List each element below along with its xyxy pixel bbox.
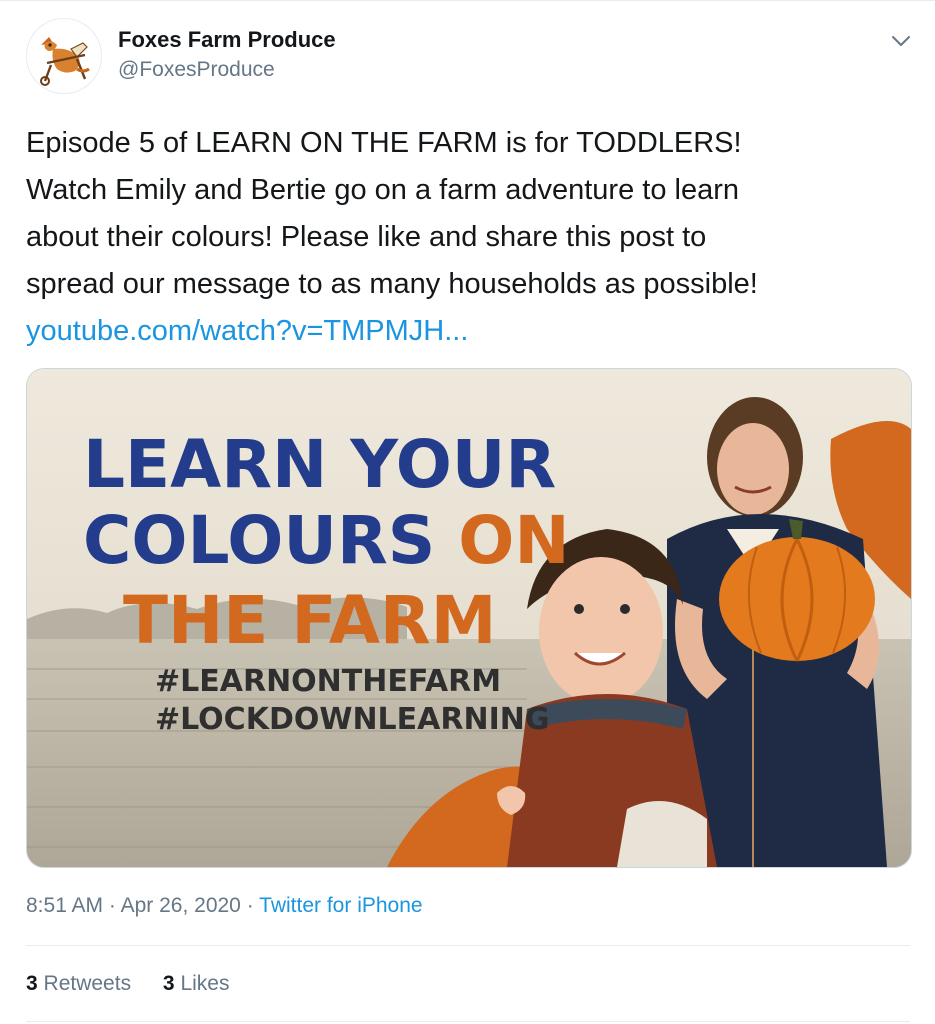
meta-separator: · — [246, 894, 254, 917]
display-name[interactable]: Foxes Farm Produce — [118, 27, 336, 53]
tweet-card: Foxes Farm Produce @FoxesProduce Episode… — [0, 0, 935, 1024]
tweet-meta: 8:51 AM · Apr 26, 2020 · Twitter for iPh… — [26, 894, 423, 918]
bottom-divider — [26, 1021, 910, 1022]
tweet-text-line: about their colours! Please like and sha… — [26, 221, 707, 253]
thumbnail-title-line2: COLOURS ON — [83, 502, 570, 579]
chevron-down-icon[interactable] — [886, 26, 916, 56]
thumbnail-title-line3: THE FARM — [123, 582, 496, 659]
tweet-text-line: Watch Emily and Bertie go on a farm adve… — [26, 174, 740, 206]
retweets-stat[interactable]: 3 Retweets — [26, 972, 131, 996]
avatar[interactable] — [26, 18, 102, 94]
thumbnail-hashtag-1: #LEARNONTHEFARM — [155, 664, 501, 699]
likes-label: Likes — [180, 972, 230, 995]
thumbnail-hashtag-2: #LOCKDOWNLEARNING — [155, 702, 549, 737]
tweet-date[interactable]: Apr 26, 2020 — [121, 894, 241, 917]
media-image[interactable]: LEARN YOUR COLOURS ON THE FARM #LEARNONT… — [26, 368, 912, 868]
stats-divider — [26, 945, 910, 946]
tweet-time[interactable]: 8:51 AM — [26, 894, 103, 917]
retweets-label: Retweets — [43, 972, 132, 995]
tweet-text: Episode 5 of LEARN ON THE FARM is for TO… — [26, 120, 911, 355]
likes-count: 3 — [162, 972, 175, 995]
tweet-text-line: Episode 5 of LEARN ON THE FARM is for TO… — [26, 127, 742, 159]
thumbnail-title-line1: LEARN YOUR — [83, 426, 556, 503]
tweet-source-link[interactable]: Twitter for iPhone — [259, 894, 422, 917]
user-handle[interactable]: @FoxesProduce — [118, 58, 275, 82]
fox-logo-icon — [27, 19, 101, 93]
tweet-link[interactable]: youtube.com/watch?v=TMPMJH... — [26, 308, 911, 355]
tweet-stats: 3 Retweets 3 Likes — [26, 972, 255, 996]
retweets-count: 3 — [26, 972, 38, 995]
meta-separator: · — [108, 894, 116, 917]
video-thumbnail: LEARN YOUR COLOURS ON THE FARM #LEARNONT… — [27, 369, 911, 867]
top-divider — [0, 0, 935, 1]
tweet-text-line: spread our message to as many households… — [26, 268, 758, 300]
likes-stat[interactable]: 3 Likes — [163, 972, 230, 996]
